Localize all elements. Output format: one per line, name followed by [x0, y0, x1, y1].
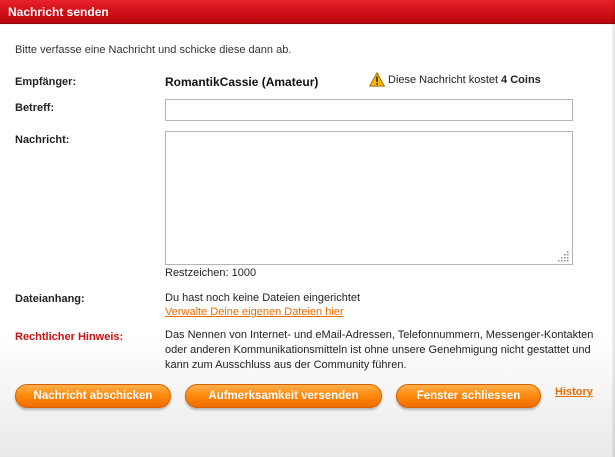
recipient-name: RomantikCassie (Amateur) [165, 75, 319, 89]
resize-grip-icon[interactable] [558, 250, 570, 262]
send-message-button[interactable]: Nachricht abschicken [15, 384, 171, 408]
attachment-label: Dateianhang: [15, 293, 85, 305]
recipient-label: Empfänger: [15, 76, 77, 88]
cost-amount: 4 Coins [501, 73, 541, 86]
message-cost: Diese Nachricht kostet 4 Coins [369, 72, 541, 87]
send-attention-button[interactable]: Aufmerksamkeit versenden [185, 384, 382, 408]
attachment-status: Du hast noch keine Dateien eingerichtet [165, 292, 361, 304]
subject-label: Betreff: [15, 102, 55, 114]
warning-icon [369, 72, 385, 87]
message-label: Nachricht: [15, 134, 70, 146]
legal-notice-text: Das Nennen von Internet- und eMail-Adres… [165, 329, 594, 371]
close-window-button[interactable]: Fenster schliessen [396, 384, 541, 408]
legal-notice-label: Rechtlicher Hinweis: [15, 331, 124, 343]
remaining-characters: Restzeichen: 1000 [165, 267, 256, 279]
cost-text: Diese Nachricht kostet [388, 73, 499, 86]
message-textarea[interactable] [165, 131, 573, 265]
manage-files-link[interactable]: Verwalte Deine eigenen Dateien hier [165, 306, 344, 318]
subject-input[interactable] [165, 99, 573, 121]
window-edge-shadow [611, 0, 615, 457]
window-title: Nachricht senden [8, 5, 109, 19]
intro-text: Bitte verfasse eine Nachricht und schick… [15, 44, 292, 56]
remaining-label: Restzeichen: [165, 267, 229, 279]
window-titlebar: Nachricht senden [0, 0, 615, 24]
history-link[interactable]: History [555, 386, 593, 398]
remaining-count: 1000 [231, 267, 257, 279]
